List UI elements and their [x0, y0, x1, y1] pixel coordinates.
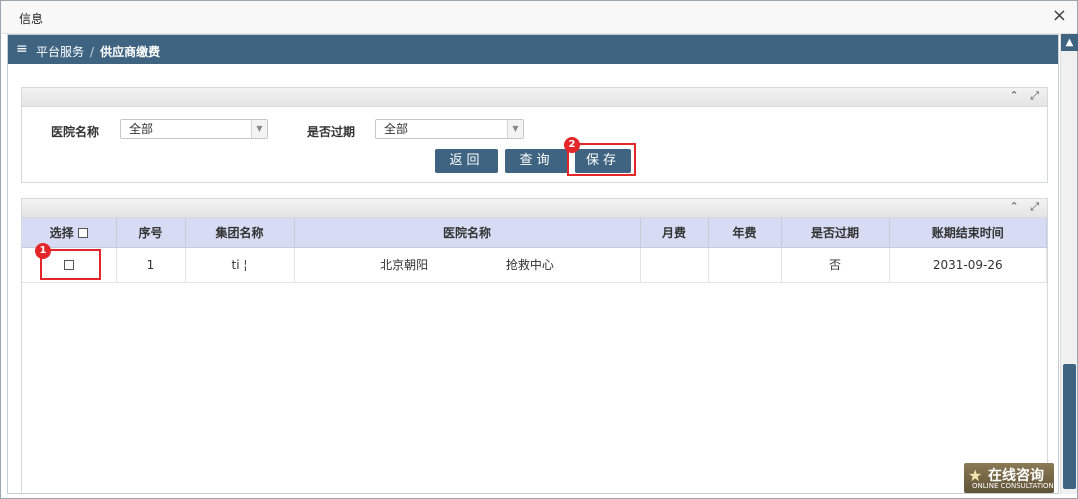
- chevron-down-icon: ▼: [251, 120, 267, 138]
- data-table: 选择 序号 集团名称 医院名称 月费 年费 是否过期 账期结束时间 1 ti ¦…: [22, 218, 1047, 283]
- dialog-title: 信息: [19, 12, 44, 26]
- row-expired: 否: [781, 247, 890, 283]
- back-button[interactable]: 返回: [435, 149, 498, 173]
- vertical-scrollbar[interactable]: ▲: [1060, 34, 1078, 494]
- header-group-name: 集团名称: [185, 218, 295, 248]
- expand-icon[interactable]: ⤢: [1030, 89, 1039, 102]
- hospital-select[interactable]: 全部 ▼: [120, 119, 268, 139]
- scroll-up-icon[interactable]: ▲: [1061, 34, 1078, 51]
- menu-icon[interactable]: ≡: [16, 41, 28, 57]
- scrollbar-thumb[interactable]: [1063, 364, 1076, 489]
- row-hospital-name: 北京朝阳 抢救中心: [294, 247, 641, 283]
- online-consultation-widget[interactable]: ★ 在线咨询 ONLINE CONSULTATION: [964, 463, 1054, 493]
- row-end-date: 2031-09-26: [889, 247, 1047, 283]
- header-yearly-fee: 年费: [708, 218, 782, 248]
- row-hospital-name-part2: 抢救中心: [505, 258, 554, 272]
- breadcrumb-bar: ≡ 平台服务 / 供应商缴费: [8, 35, 1058, 64]
- data-panel-header: ⌃ ⤢: [22, 199, 1047, 218]
- online-consultation-sublabel: ONLINE CONSULTATION: [972, 482, 1054, 490]
- header-expired: 是否过期: [781, 218, 890, 248]
- annotation-badge-1: 1: [35, 243, 51, 259]
- breadcrumb-separator: /: [90, 45, 95, 59]
- table-header-row: 选择 序号 集团名称 医院名称 月费 年费 是否过期 账期结束时间: [22, 218, 1047, 248]
- chevron-down-icon: ▼: [507, 120, 523, 138]
- expired-select[interactable]: 全部 ▼: [375, 119, 524, 139]
- expired-filter-label: 是否过期: [307, 125, 356, 139]
- annotation-badge-2: 2: [564, 137, 580, 153]
- breadcrumb: 平台服务 / 供应商缴费: [36, 43, 160, 60]
- dialog-titlebar: 信息 ×: [1, 1, 1077, 34]
- filter-panel-header: ⌃ ⤢: [22, 88, 1047, 107]
- header-monthly-fee: 月费: [640, 218, 709, 248]
- collapse-icon[interactable]: ⌃: [1009, 89, 1018, 102]
- select-all-checkbox[interactable]: [77, 228, 88, 239]
- expand-icon[interactable]: ⤢: [1030, 200, 1039, 213]
- query-button[interactable]: 查询: [505, 149, 568, 173]
- dialog: 信息 × ≡ 平台服务 / 供应商缴费 ⌃ ⤢ 医院名称 全部 ▼ 是否过期 全…: [0, 0, 1078, 499]
- row-monthly-fee: [640, 247, 709, 283]
- header-index: 序号: [116, 218, 186, 248]
- content-frame: ≡ 平台服务 / 供应商缴费 ⌃ ⤢ 医院名称 全部 ▼ 是否过期 全部 ▼ 返…: [7, 34, 1059, 494]
- row-index: 1: [116, 247, 186, 283]
- collapse-icon[interactable]: ⌃: [1009, 200, 1018, 213]
- row-yearly-fee: [708, 247, 782, 283]
- close-icon[interactable]: ×: [1052, 7, 1067, 25]
- breadcrumb-current: 供应商缴费: [100, 45, 161, 59]
- row-group-name: ti ¦: [185, 247, 295, 283]
- breadcrumb-root[interactable]: 平台服务: [36, 45, 84, 59]
- hospital-filter-label: 医院名称: [51, 125, 100, 139]
- data-panel: ⌃ ⤢ 选择 序号 集团名称 医院名称 月费 年费 是否过期 账期结束时间 1 …: [21, 198, 1048, 493]
- header-end-date: 账期结束时间: [889, 218, 1047, 248]
- table-row[interactable]: 1 ti ¦ 北京朝阳 抢救中心 否 2031-09-26: [22, 247, 1047, 283]
- filter-panel: ⌃ ⤢ 医院名称 全部 ▼ 是否过期 全部 ▼ 返回 查询 保存 2: [21, 87, 1048, 183]
- hospital-select-value: 全部: [129, 122, 154, 136]
- expired-select-value: 全部: [384, 122, 409, 136]
- row-hospital-name-part1: 北京朝阳: [380, 258, 429, 272]
- header-select[interactable]: 选择: [22, 218, 117, 248]
- header-hospital-name: 医院名称: [294, 218, 641, 248]
